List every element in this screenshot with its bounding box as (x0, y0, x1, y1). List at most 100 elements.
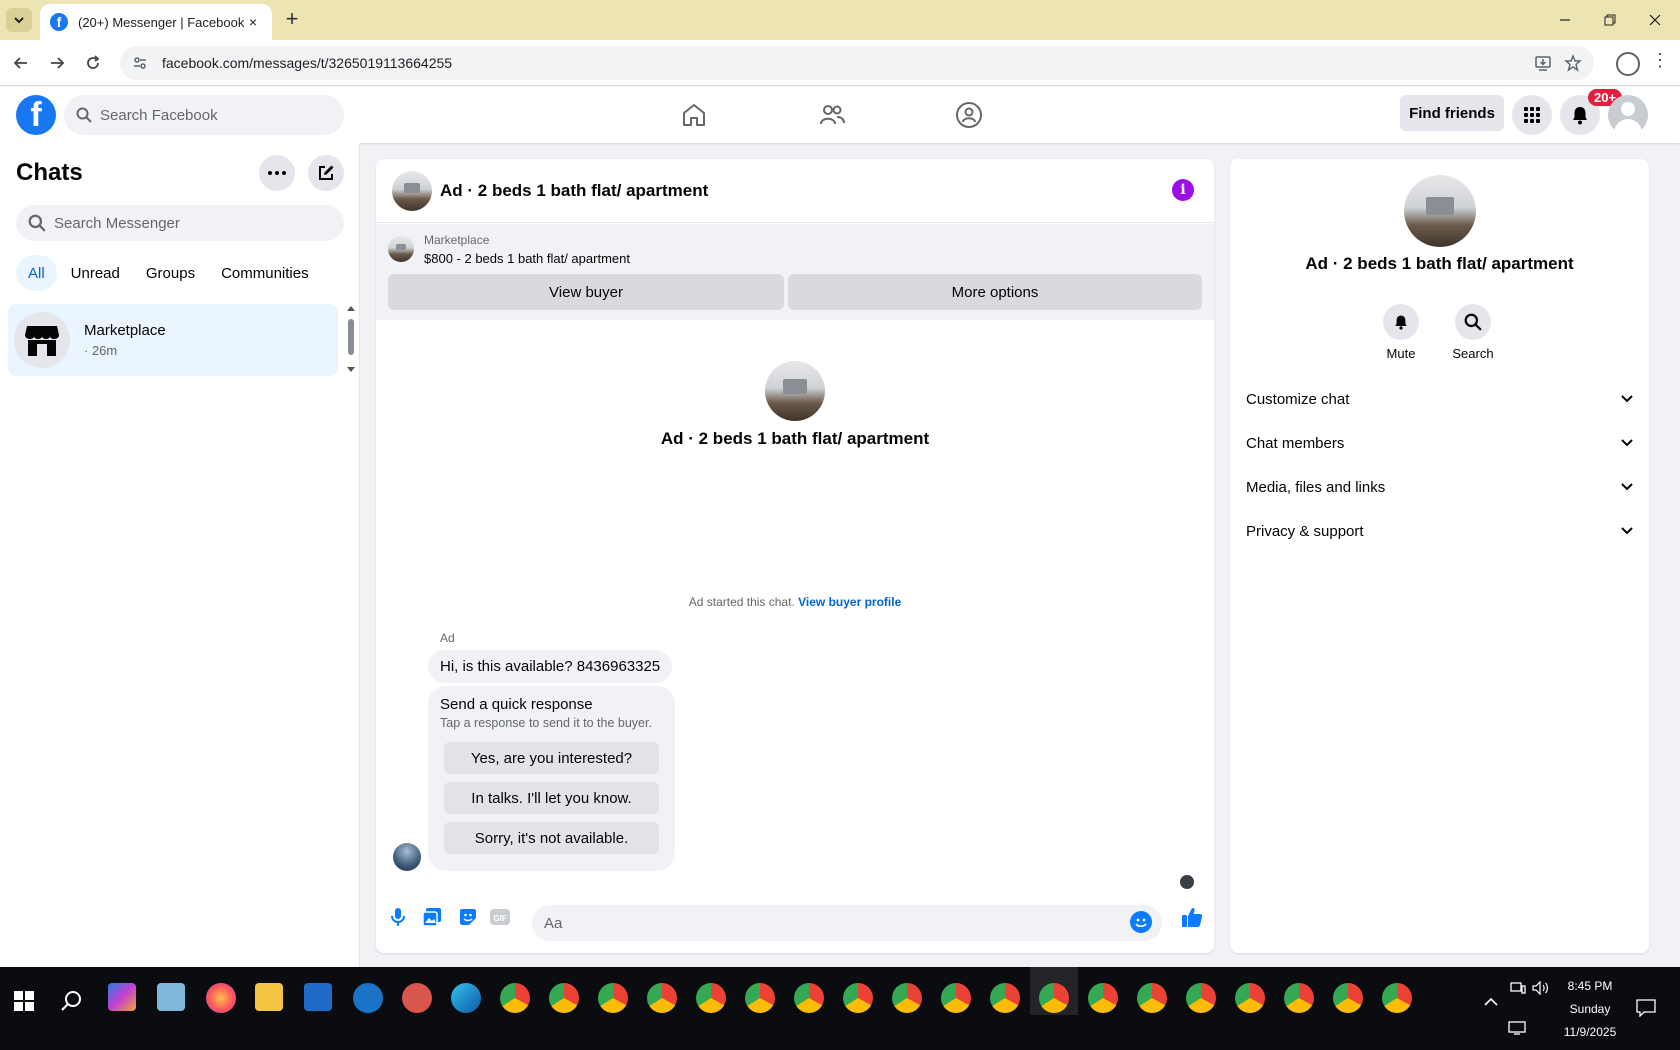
display-icon[interactable] (1508, 1021, 1526, 1035)
browser-menu-icon[interactable]: ⋮ (1650, 50, 1670, 71)
chat-info-panel: Ad · 2 beds 1 bath flat/ apartment Mute … (1230, 159, 1649, 953)
network-icon[interactable] (1510, 981, 1526, 995)
friends-icon[interactable] (812, 95, 852, 135)
quick-response-not-available-button[interactable]: Sorry, it's not available. (444, 822, 659, 854)
thumbs-up-like-icon[interactable] (1180, 905, 1204, 929)
close-window-button[interactable] (1630, 8, 1680, 32)
chevron-down-icon (1621, 527, 1633, 535)
chrome-app-icon[interactable] (990, 983, 1020, 1013)
media-files-links-row[interactable]: Media, files and links (1246, 467, 1633, 507)
taskbar-app-icon[interactable] (304, 983, 332, 1011)
restore-button[interactable] (1585, 8, 1635, 32)
photo-attach-icon[interactable] (420, 905, 444, 929)
find-friends-button[interactable]: Find friends (1400, 95, 1504, 131)
taskbar-app-icon[interactable] (402, 983, 432, 1013)
gif-icon[interactable]: GIF (488, 905, 512, 929)
listing-thumbnail[interactable] (392, 170, 432, 211)
chrome-app-icon[interactable] (794, 983, 824, 1013)
conversation-info-icon[interactable]: i (1172, 179, 1194, 201)
chats-options-icon[interactable] (259, 155, 295, 191)
mute-action[interactable]: Mute (1371, 304, 1431, 361)
firefox-app-icon[interactable] (206, 983, 236, 1013)
facebook-search-placeholder: Search Facebook (100, 106, 218, 124)
chrome-app-icon[interactable] (1088, 983, 1118, 1013)
emoji-icon[interactable] (1130, 911, 1152, 933)
filter-unread[interactable]: Unread (59, 255, 132, 291)
chevron-down-icon (1621, 395, 1633, 403)
messenger-search-input[interactable]: Search Messenger (16, 205, 344, 241)
chrome-app-icon[interactable] (500, 983, 530, 1013)
chrome-app-icon[interactable] (1284, 983, 1314, 1013)
windows-start-icon[interactable] (14, 991, 34, 1011)
clock-date[interactable]: 11/9/2025 (1550, 1025, 1630, 1039)
search-icon (1455, 304, 1491, 340)
filter-all[interactable]: All (16, 255, 57, 291)
chat-members-row[interactable]: Chat members (1246, 423, 1633, 463)
file-explorer-icon[interactable] (255, 983, 283, 1011)
quick-response-yes-button[interactable]: Yes, are you interested? (444, 742, 659, 774)
forward-button[interactable] (44, 50, 70, 76)
chat-list-item-marketplace[interactable]: Marketplace · 26m (8, 304, 338, 376)
notification-center-icon[interactable] (1636, 999, 1656, 1017)
quick-response-in-talks-button[interactable]: In talks. I'll let you know. (444, 782, 659, 814)
new-message-icon[interactable] (308, 155, 344, 191)
browser-profile-icon[interactable] (1616, 52, 1640, 76)
facebook-search-input[interactable]: Search Facebook (64, 95, 344, 135)
bookmark-star-icon[interactable] (1564, 54, 1594, 72)
filter-communities[interactable]: Communities (209, 255, 321, 291)
chrome-app-icon[interactable] (1137, 983, 1167, 1013)
copilot-app-icon[interactable] (108, 983, 136, 1011)
conversation-title[interactable]: Ad · 2 beds 1 bath flat/ apartment (440, 181, 708, 201)
minimize-button[interactable] (1540, 8, 1590, 32)
new-tab-button[interactable]: + (280, 8, 304, 32)
chrome-app-icon[interactable] (1382, 983, 1412, 1013)
windows-taskbar: 8:45 PM Sunday 11/9/2025 (0, 967, 1680, 1050)
show-hidden-icons-chevron-icon[interactable] (1484, 997, 1498, 1007)
search-icon (76, 107, 92, 123)
filter-groups[interactable]: Groups (134, 255, 207, 291)
privacy-support-row[interactable]: Privacy & support (1246, 511, 1633, 551)
facebook-logo-icon[interactable]: f (16, 95, 56, 135)
volume-icon[interactable] (1532, 981, 1550, 995)
customize-chat-row[interactable]: Customize chat (1246, 379, 1633, 419)
site-info-icon[interactable] (132, 55, 150, 71)
edge-app-icon[interactable] (451, 983, 481, 1013)
chrome-app-icon[interactable] (1186, 983, 1216, 1013)
tab-close-icon[interactable]: × (244, 14, 262, 30)
microphone-icon[interactable] (386, 905, 410, 929)
chrome-app-icon[interactable] (941, 983, 971, 1013)
chrome-app-icon[interactable] (1333, 983, 1363, 1013)
address-bar[interactable]: facebook.com/messages/t/3265019113664255 (120, 46, 1594, 80)
tab-search-button[interactable] (6, 8, 32, 32)
chrome-app-icon[interactable] (598, 983, 628, 1013)
more-options-button[interactable]: More options (788, 274, 1202, 310)
account-avatar[interactable] (1608, 95, 1648, 135)
clock-day[interactable]: Sunday (1550, 1002, 1630, 1016)
chat-list-scrollbar[interactable] (346, 305, 356, 375)
groups-icon[interactable] (949, 95, 989, 135)
back-button[interactable] (8, 50, 34, 76)
install-app-icon[interactable] (1534, 54, 1564, 72)
reload-button[interactable] (80, 50, 106, 76)
search-in-conversation-action[interactable]: Search (1443, 304, 1503, 361)
chrome-app-icon[interactable] (1235, 983, 1265, 1013)
chrome-app-icon[interactable] (549, 983, 579, 1013)
view-buyer-button[interactable]: View buyer (388, 274, 784, 310)
chrome-app-icon[interactable] (843, 983, 873, 1013)
taskbar-app-icon[interactable] (353, 983, 383, 1013)
view-buyer-profile-link[interactable]: View buyer profile (798, 595, 901, 609)
browser-tab-messenger[interactable]: f (20+) Messenger | Facebook × (40, 4, 272, 40)
chrome-app-icon[interactable] (696, 983, 726, 1013)
menu-grid-icon[interactable] (1512, 95, 1552, 135)
sticker-icon[interactable] (456, 905, 480, 929)
chrome-app-icon[interactable] (745, 983, 775, 1013)
taskbar-search-icon[interactable] (60, 989, 84, 1013)
notepad-app-icon[interactable] (157, 983, 185, 1011)
chrome-app-icon[interactable] (1039, 983, 1069, 1013)
message-input[interactable]: Aa (532, 905, 1162, 941)
chrome-app-icon[interactable] (892, 983, 922, 1013)
home-icon[interactable] (674, 95, 714, 135)
search-icon (28, 214, 46, 232)
clock-time[interactable]: 8:45 PM (1550, 979, 1630, 993)
chrome-app-icon[interactable] (647, 983, 677, 1013)
